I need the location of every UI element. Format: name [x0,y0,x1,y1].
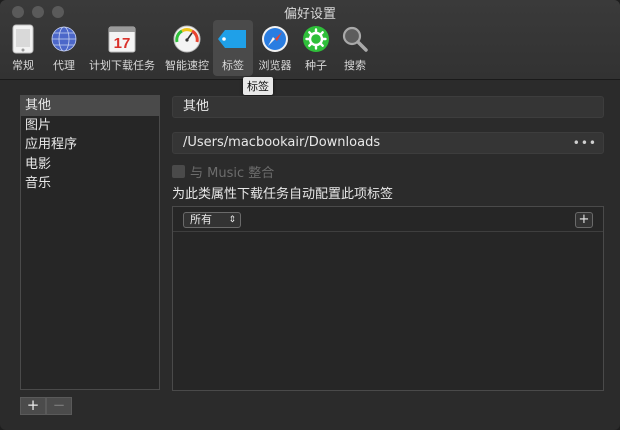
music-integration-checkbox[interactable] [172,165,185,178]
preferences-toolbar: 常规 代理 17 计划下载任务 智能速控 标签 浏览器 种子 搜索 [0,20,620,76]
updown-chevron-icon: ⇕ [228,215,236,225]
filter-select-value: 所有 [190,213,212,226]
category-name-field[interactable]: 其他 [172,96,604,118]
list-item[interactable]: 音乐 [21,174,159,194]
tab-general[interactable]: 常规 [6,20,40,76]
toolbar-tooltip: 标签 [243,77,273,95]
tag-icon [217,23,249,55]
list-item[interactable]: 应用程序 [21,135,159,155]
tab-tags[interactable]: 标签 [213,20,253,76]
tab-label: 种子 [305,59,327,72]
tab-label: 计划下载任务 [89,59,155,72]
calendar-day: 17 [114,35,131,52]
calendar-icon: 17 [106,23,138,55]
music-integration-label: 与 Music 整合 [190,166,275,181]
tab-label: 代理 [53,59,75,72]
more-button[interactable]: ••• [573,133,597,153]
phone-icon [7,23,39,55]
list-item[interactable]: 其他 [21,96,159,116]
list-item[interactable]: 图片 [21,116,159,136]
speedometer-icon [171,23,203,55]
magnifier-icon [339,23,371,55]
preferences-window: 偏好设置 常规 代理 17 计划下载任务 智能速控 标签 浏览器 种子 搜索 标… [0,0,620,430]
remove-category-button[interactable]: − [46,397,72,415]
compass-icon [259,23,291,55]
tab-label: 标签 [222,59,244,72]
add-rule-button[interactable]: + [575,212,593,228]
tab-label: 搜索 [344,59,366,72]
list-buttons: + − [20,397,72,415]
tab-proxy[interactable]: 代理 [48,20,80,76]
tab-label: 浏览器 [258,59,292,72]
globe-icon [48,23,80,55]
category-list: 其他 图片 应用程序 电影 音乐 [20,95,160,390]
list-item[interactable]: 电影 [21,155,159,175]
category-name-value: 其他 [183,99,210,114]
auto-tag-description: 为此类属性下载任务自动配置此项标签 [172,187,394,202]
tab-speed-control[interactable]: 智能速控 [163,20,211,76]
tab-browser[interactable]: 浏览器 [256,20,294,76]
tab-label: 常规 [12,59,34,72]
download-path-field[interactable]: /Users/macbookair/Downloads ••• [172,132,604,154]
download-path-value: /Users/macbookair/Downloads [183,135,381,150]
tag-rules-panel: 所有 ⇕ + [172,206,604,391]
tab-label: 智能速控 [165,59,209,72]
tag-rules-header: 所有 ⇕ + [173,207,603,232]
filter-select[interactable]: 所有 ⇕ [183,212,241,228]
tab-search[interactable]: 搜索 [339,20,371,76]
title-bar: 偏好设置 常规 代理 17 计划下载任务 智能速控 标签 浏览器 种子 搜索 [0,0,620,80]
music-integration-row: 与 Music 整合 [172,162,274,181]
tab-scheduled-downloads[interactable]: 17 计划下载任务 [87,20,157,76]
tab-torrents[interactable]: 种子 [301,20,331,76]
add-category-button[interactable]: + [20,397,46,415]
gear-icon [300,23,332,55]
